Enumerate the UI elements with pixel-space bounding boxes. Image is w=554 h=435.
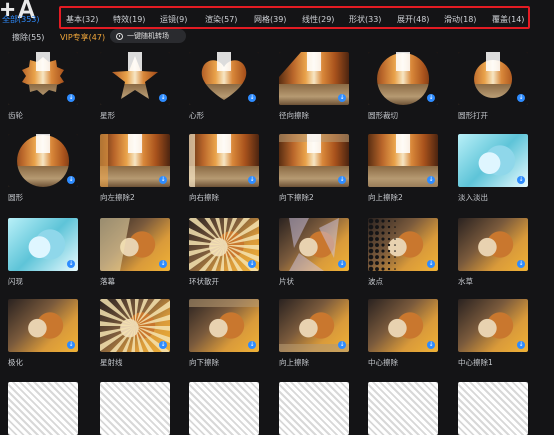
tab-12[interactable]: VIP专享(47) (60, 33, 105, 43)
transition-thumbnail[interactable]: ↓ (368, 218, 438, 271)
transition-thumbnail[interactable]: ↓ (279, 218, 349, 271)
transition-label: 向下擦除 (189, 358, 219, 367)
random-transition-label: 一键随机转场 (127, 32, 169, 40)
transition-thumbnail[interactable]: ↓ (100, 299, 170, 352)
transition-label: 向上擦除 (279, 358, 309, 367)
transition-thumbnail[interactable]: ↓ (100, 134, 170, 187)
transition-label: 圆形裁切 (368, 111, 398, 120)
download-icon[interactable]: ↓ (517, 94, 525, 102)
tab-8[interactable]: 展开(48) (397, 15, 429, 25)
download-icon[interactable]: ↓ (67, 94, 75, 102)
tab-4[interactable]: 渲染(57) (205, 15, 237, 25)
download-icon[interactable]: ↓ (338, 176, 346, 184)
transition-label: 水草 (458, 277, 473, 286)
transition-label: 闪现 (8, 277, 23, 286)
tab-0[interactable]: 全部(353) (2, 15, 40, 25)
transition-thumbnail[interactable]: ↓ (458, 299, 528, 352)
transition-thumbnail[interactable]: ↓ (100, 52, 170, 105)
download-icon[interactable]: ↓ (517, 341, 525, 349)
download-icon[interactable]: ↓ (338, 341, 346, 349)
dice-icon (116, 32, 123, 40)
transition-thumbnail[interactable] (189, 382, 259, 435)
transition-thumbnail[interactable]: ↓ (368, 52, 438, 105)
app-logo: +A (0, 0, 38, 24)
download-icon[interactable]: ↓ (159, 341, 167, 349)
transition-thumbnail[interactable]: ↓ (279, 299, 349, 352)
transition-label: 片状 (279, 277, 294, 286)
transition-label: 向右擦除 (189, 193, 219, 202)
tab-2[interactable]: 特效(19) (113, 15, 145, 25)
download-icon[interactable]: ↓ (248, 176, 256, 184)
transition-thumbnail[interactable] (279, 382, 349, 435)
download-icon[interactable]: ↓ (159, 94, 167, 102)
download-icon[interactable]: ↓ (517, 176, 525, 184)
transition-thumbnail[interactable]: ↓ (189, 218, 259, 271)
download-icon[interactable]: ↓ (159, 260, 167, 268)
tab-6[interactable]: 线性(29) (302, 15, 334, 25)
transition-label: 向上擦除2 (368, 193, 403, 202)
transition-thumbnail[interactable]: ↓ (279, 52, 349, 105)
transition-thumbnail[interactable]: ↓ (458, 218, 528, 271)
transition-label: 心形 (189, 111, 204, 120)
transition-label: 淡入淡出 (458, 193, 488, 202)
download-icon[interactable]: ↓ (338, 94, 346, 102)
transition-label: 波点 (368, 277, 383, 286)
download-icon[interactable]: ↓ (248, 94, 256, 102)
transition-thumbnail[interactable]: ↓ (8, 52, 78, 105)
transition-thumbnail[interactable]: ↓ (368, 134, 438, 187)
transition-label: 落幕 (100, 277, 115, 286)
transition-label: 极化 (8, 358, 23, 367)
tab-7[interactable]: 形状(33) (349, 15, 381, 25)
download-icon[interactable]: ↓ (338, 260, 346, 268)
transition-thumbnail[interactable]: ↓ (100, 218, 170, 271)
download-icon[interactable]: ↓ (67, 176, 75, 184)
transition-thumbnail[interactable]: ↓ (8, 299, 78, 352)
transition-thumbnail[interactable]: ↓ (458, 52, 528, 105)
tab-10[interactable]: 覆盖(14) (492, 15, 524, 25)
transition-thumbnail[interactable] (368, 382, 438, 435)
transition-label: 星射线 (100, 358, 123, 367)
tab-1[interactable]: 基本(32) (66, 15, 98, 25)
tab-11[interactable]: 擦除(55) (12, 33, 44, 43)
tab-3[interactable]: 运镜(9) (160, 15, 187, 25)
transition-label: 环状散开 (189, 277, 219, 286)
transition-label: 向左擦除2 (100, 193, 135, 202)
transition-label: 圆形 (8, 193, 23, 202)
transition-label: 星形 (100, 111, 115, 120)
download-icon[interactable]: ↓ (67, 341, 75, 349)
transition-label: 径向擦除 (279, 111, 309, 120)
random-transition-button[interactable]: 一键随机转场 (110, 29, 186, 43)
transition-thumbnail[interactable] (8, 382, 78, 435)
download-icon[interactable]: ↓ (517, 260, 525, 268)
tab-9[interactable]: 滑动(18) (444, 15, 476, 25)
transition-label: 中心擦除 (368, 358, 398, 367)
download-icon[interactable]: ↓ (159, 176, 167, 184)
download-icon[interactable]: ↓ (427, 94, 435, 102)
transition-label: 中心擦除1 (458, 358, 493, 367)
transition-thumbnail[interactable]: ↓ (368, 299, 438, 352)
transition-thumbnail[interactable]: ↓ (8, 218, 78, 271)
download-icon[interactable]: ↓ (67, 260, 75, 268)
download-icon[interactable]: ↓ (248, 260, 256, 268)
transition-thumbnail[interactable]: ↓ (458, 134, 528, 187)
transition-thumbnail[interactable]: ↓ (189, 134, 259, 187)
tab-5[interactable]: 网格(39) (254, 15, 286, 25)
transition-thumbnail[interactable]: ↓ (8, 134, 78, 187)
transition-label: 齿轮 (8, 111, 23, 120)
transition-thumbnail[interactable]: ↓ (189, 299, 259, 352)
download-icon[interactable]: ↓ (427, 260, 435, 268)
transition-thumbnail[interactable] (100, 382, 170, 435)
download-icon[interactable]: ↓ (248, 341, 256, 349)
transition-thumbnail[interactable] (458, 382, 528, 435)
download-icon[interactable]: ↓ (427, 341, 435, 349)
transition-label: 圆形打开 (458, 111, 488, 120)
download-icon[interactable]: ↓ (427, 176, 435, 184)
transition-thumbnail[interactable]: ↓ (189, 52, 259, 105)
transition-thumbnail[interactable]: ↓ (279, 134, 349, 187)
transition-label: 向下擦除2 (279, 193, 314, 202)
